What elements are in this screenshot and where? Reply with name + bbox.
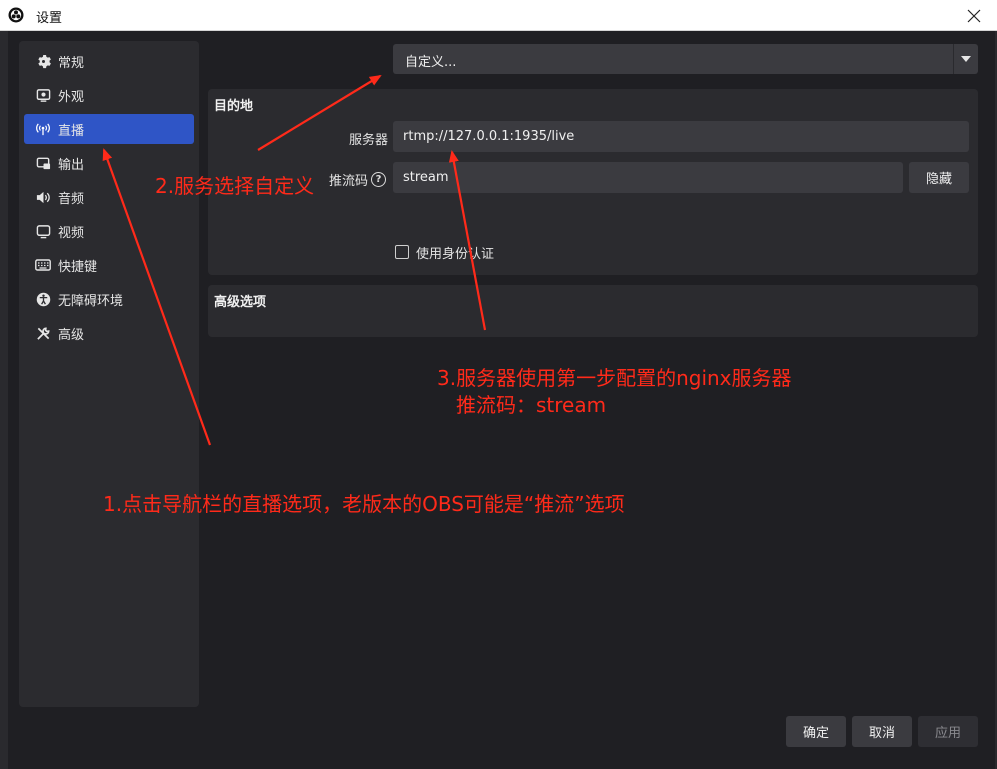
advanced-options-title: 高级选项 <box>214 295 267 310</box>
settings-sidebar: 常规 外观 直播 输出 音频 视频 快捷键 无障碍环境 高级 <box>19 41 199 707</box>
use-auth-label: 使用身份认证 <box>416 247 495 262</box>
speaker-icon <box>32 190 54 205</box>
service-dropdown[interactable]: 自定义... <box>393 44 978 74</box>
sidebar-item-general[interactable]: 常规 <box>24 46 194 76</box>
hide-key-button[interactable]: 隐藏 <box>909 162 969 193</box>
server-input[interactable] <box>393 121 969 152</box>
sidebar-item-accessibility[interactable]: 无障碍环境 <box>24 284 194 314</box>
accessibility-icon <box>32 292 54 307</box>
sidebar-item-hotkeys[interactable]: 快捷键 <box>24 250 194 280</box>
monitor-icon <box>32 224 54 239</box>
help-icon[interactable]: ? <box>371 172 386 187</box>
service-row: 服务 自定义... <box>208 44 979 74</box>
title-bar: 设置 <box>0 0 997 31</box>
obs-logo-icon <box>8 7 24 23</box>
close-button[interactable] <box>951 0 997 31</box>
sidebar-item-advanced[interactable]: 高级 <box>24 318 194 348</box>
broadcast-icon <box>32 122 54 137</box>
background-app-left-edge <box>0 30 8 769</box>
use-auth-checkbox[interactable] <box>395 245 409 259</box>
sidebar-item-label: 视频 <box>58 225 85 241</box>
close-icon <box>967 9 981 22</box>
cancel-button[interactable]: 取消 <box>852 716 912 747</box>
sidebar-item-label: 快捷键 <box>58 259 98 275</box>
ok-button[interactable]: 确定 <box>786 716 846 747</box>
keyboard-icon <box>32 258 54 272</box>
sidebar-item-label: 常规 <box>58 55 85 71</box>
chevron-down-icon <box>961 56 971 62</box>
annotation-step3-line1: 3.服务器使用第一步配置的nginx服务器 <box>437 366 792 390</box>
server-label: 服务器 <box>349 133 389 148</box>
wrench-icon <box>32 326 54 341</box>
sidebar-item-stream[interactable]: 直播 <box>24 114 194 144</box>
sidebar-item-label: 音频 <box>58 191 85 207</box>
sidebar-item-label: 输出 <box>58 157 85 173</box>
sidebar-item-label: 无障碍环境 <box>58 293 124 309</box>
sidebar-item-video[interactable]: 视频 <box>24 216 194 246</box>
apply-button[interactable]: 应用 <box>918 716 978 747</box>
sidebar-item-appearance[interactable]: 外观 <box>24 80 194 110</box>
annotation-step2: 2.服务选择自定义 <box>155 174 315 198</box>
advanced-options-group[interactable]: 高级选项 <box>208 285 978 337</box>
sidebar-item-label: 直播 <box>58 123 85 139</box>
sidebar-item-label: 高级 <box>58 327 85 343</box>
service-selected-value: 自定义... <box>405 55 457 70</box>
destination-title: 目的地 <box>214 99 254 114</box>
sidebar-item-label: 外观 <box>58 89 85 105</box>
stream-key-label: 推流码 <box>329 174 369 189</box>
destination-group: 目的地 服务器 推流码 ? 隐藏 使用身份认证 <box>208 89 978 275</box>
appearance-icon <box>32 88 54 103</box>
stream-key-input[interactable] <box>393 162 903 193</box>
window-title: 设置 <box>36 11 63 26</box>
dropdown-arrow[interactable] <box>953 44 978 74</box>
gear-icon <box>32 54 54 69</box>
output-icon <box>32 156 54 171</box>
annotation-step3-line2: 推流码：stream <box>456 393 607 417</box>
annotation-step1: 1.点击导航栏的直播选项，老版本的OBS可能是“推流”选项 <box>103 492 625 516</box>
